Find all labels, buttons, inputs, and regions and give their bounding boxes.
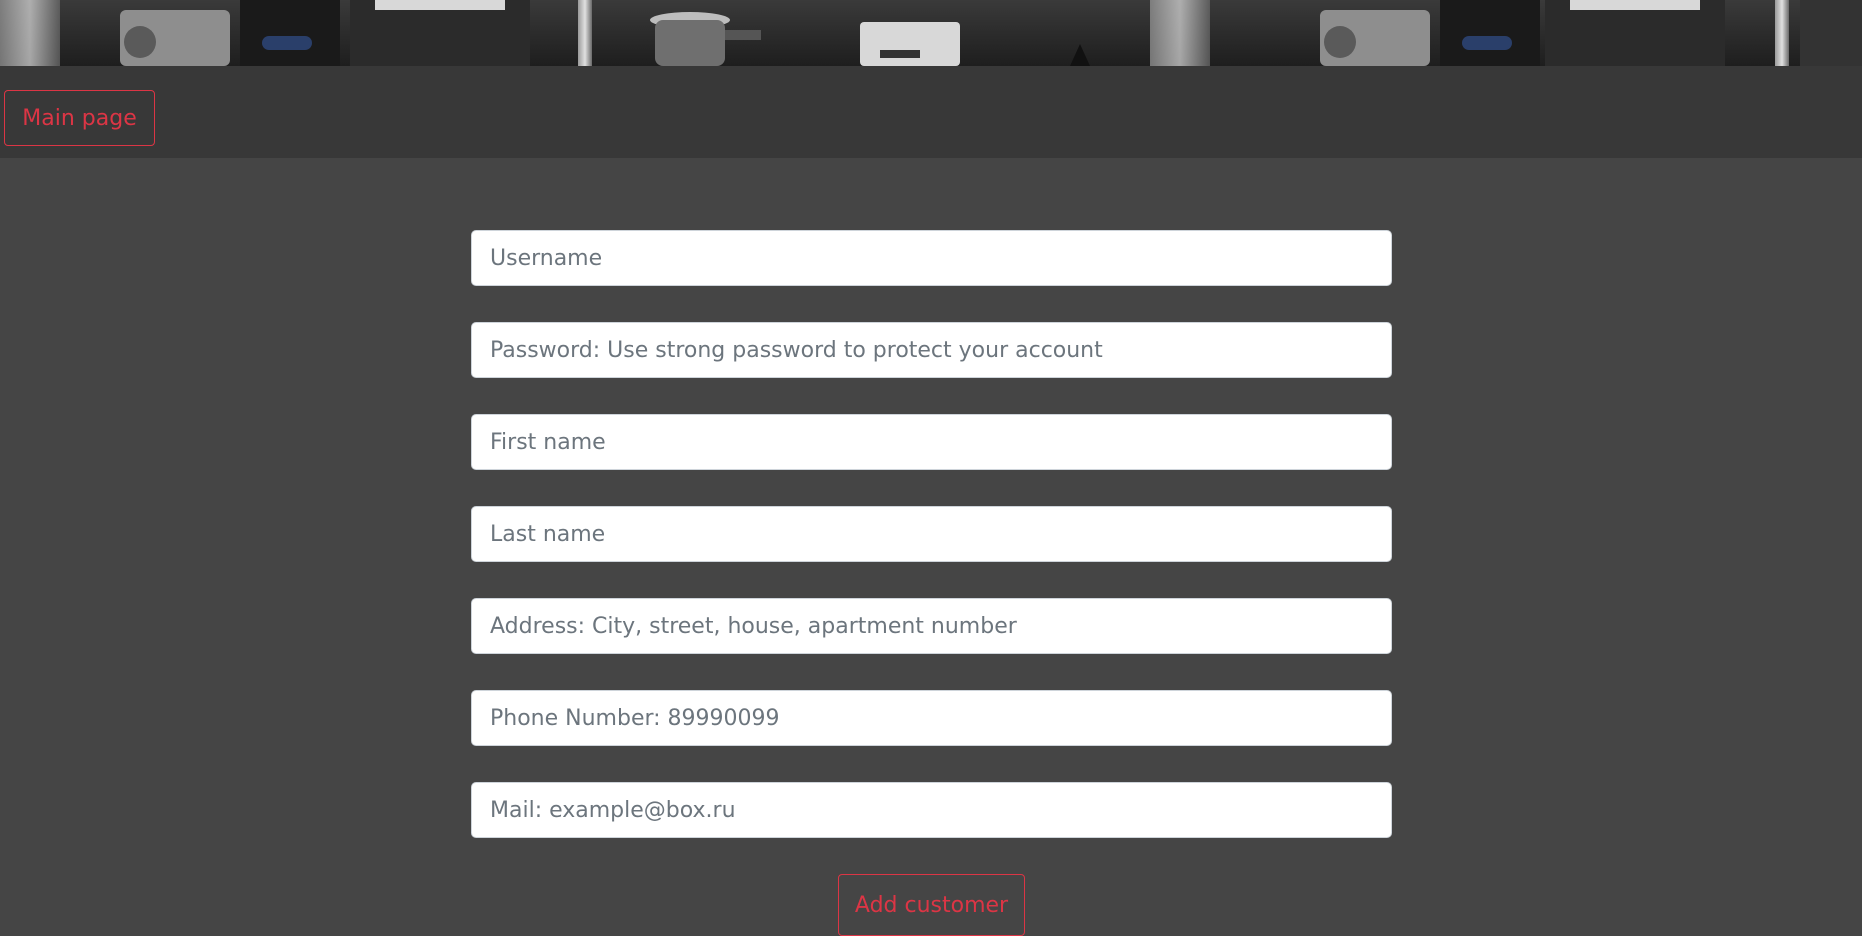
header-banner-image xyxy=(0,0,1862,66)
password-input[interactable] xyxy=(471,322,1392,378)
last-name-input[interactable] xyxy=(471,506,1392,562)
add-customer-button[interactable]: Add customer xyxy=(838,874,1025,936)
submit-wrapper: Add customer xyxy=(838,874,1025,936)
phone-input[interactable] xyxy=(471,690,1392,746)
mail-input[interactable] xyxy=(471,782,1392,838)
appliances-photo xyxy=(0,0,1862,66)
first-name-input[interactable] xyxy=(471,414,1392,470)
main-page-button[interactable]: Main page xyxy=(4,90,155,146)
add-customer-form xyxy=(471,230,1392,874)
address-input[interactable] xyxy=(471,598,1392,654)
navbar: Main page xyxy=(0,66,1862,158)
username-input[interactable] xyxy=(471,230,1392,286)
